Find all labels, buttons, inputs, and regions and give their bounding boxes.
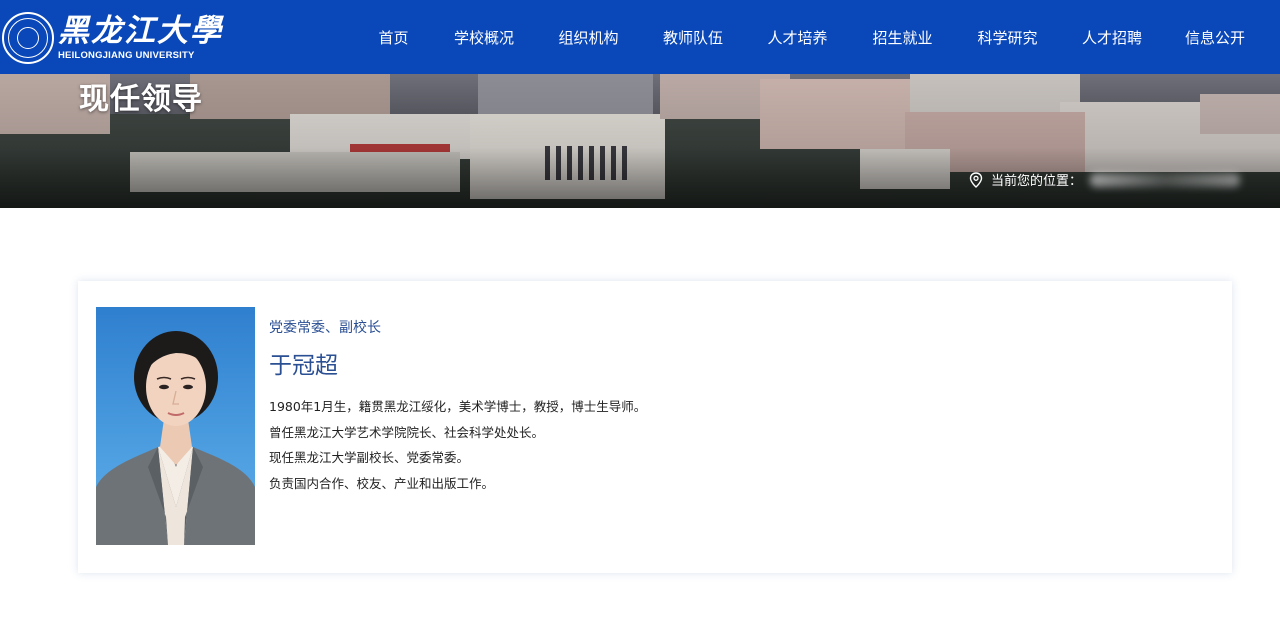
bio-line: 现任黑龙江大学副校长、党委常委。 [269, 450, 470, 466]
logo-wordmark: 黑龙江大學 HEILONGJIANG UNIVERSITY [58, 12, 223, 61]
nav-item-disclosure[interactable]: 信息公开 [1165, 0, 1265, 74]
logo-english-name: HEILONGJIANG UNIVERSITY [58, 49, 195, 61]
logo-chinese-name: 黑龙江大學 [58, 12, 223, 49]
breadcrumb-label: 当前您的位置： [990, 174, 1082, 189]
leader-info: 党委常委、副校长 于冠超 1980年1月生，籍贯黑龙江绥化，美术学博士，教授，博… [269, 317, 646, 496]
page-banner: 现任领导 当前您的位置： [0, 74, 1280, 208]
nav-item-home[interactable]: 首页 [356, 0, 431, 74]
leader-name: 于冠超 [269, 353, 338, 379]
leader-bio: 1980年1月生，籍贯黑龙江绥化，美术学博士，教授，博士生导师。 曾任黑龙江大学… [269, 394, 646, 496]
nav-item-education[interactable]: 人才培养 [746, 0, 849, 74]
leader-position: 党委常委、副校长 [269, 320, 381, 336]
university-logo[interactable]: 黑龙江大學 HEILONGJIANG UNIVERSITY [2, 10, 223, 66]
nav-item-organization[interactable]: 组织机构 [537, 0, 640, 74]
page-title: 现任领导 [79, 82, 203, 117]
breadcrumb: 当前您的位置： [969, 170, 1240, 189]
nav-item-faculty[interactable]: 教师队伍 [640, 0, 746, 74]
location-pin-icon [969, 171, 983, 188]
bio-line: 曾任黑龙江大学艺术学院院长、社会科学处处长。 [269, 424, 545, 440]
main-nav: 首页 学校概况 组织机构 教师队伍 人才培养 招生就业 科学研究 人才招聘 信息… [356, 0, 1265, 74]
site-header: 黑龙江大學 HEILONGJIANG UNIVERSITY 首页 学校概况 组织… [0, 0, 1280, 74]
portrait-image [96, 331, 255, 545]
university-seal-icon [2, 12, 54, 64]
nav-item-about[interactable]: 学校概况 [431, 0, 537, 74]
nav-item-research[interactable]: 科学研究 [956, 0, 1059, 74]
nav-item-admissions[interactable]: 招生就业 [849, 0, 956, 74]
leader-card: 党委常委、副校长 于冠超 1980年1月生，籍贯黑龙江绥化，美术学博士，教授，博… [78, 281, 1232, 573]
nav-item-recruitment[interactable]: 人才招聘 [1059, 0, 1165, 74]
bio-line: 负责国内合作、校友、产业和出版工作。 [269, 475, 495, 491]
breadcrumb-path[interactable] [1090, 172, 1240, 187]
leader-photo [96, 307, 255, 545]
bio-line: 1980年1月生，籍贯黑龙江绥化，美术学博士，教授，博士生导师。 [269, 399, 647, 414]
